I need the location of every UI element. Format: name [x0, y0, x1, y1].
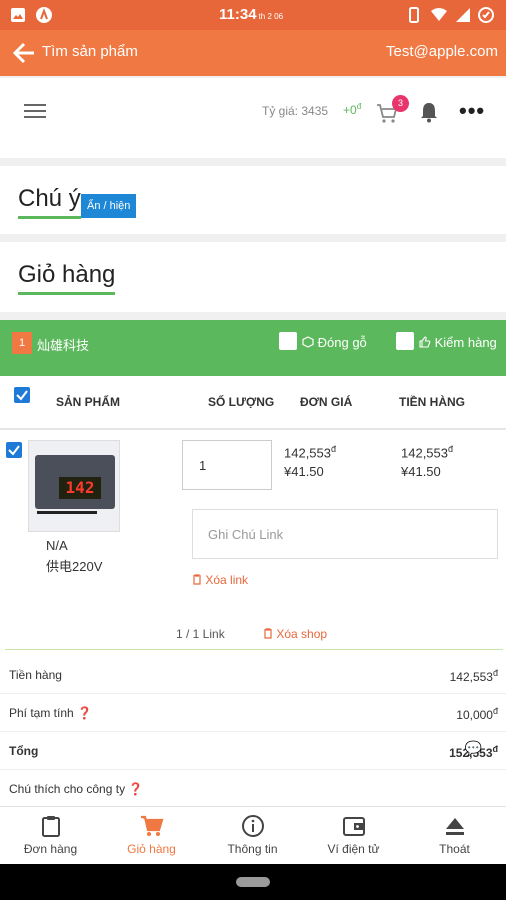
table-header: SẢN PHẨM SỐ LƯỢNG ĐƠN GIÁ TIỀN HÀNG: [0, 376, 506, 430]
lcd-display: 142: [59, 477, 101, 499]
signal-icon: [456, 8, 470, 22]
cart-content: SẢN PHẨM SỐ LƯỢNG ĐƠN GIÁ TIỀN HÀNG 142 …: [0, 376, 506, 806]
back-arrow-icon[interactable]: [10, 39, 38, 67]
menu-icon[interactable]: [24, 104, 46, 122]
chat-icon[interactable]: 💬: [465, 740, 482, 757]
header-total: TIỀN HÀNG: [399, 395, 465, 409]
divider: [5, 649, 503, 650]
wallet-icon: [342, 817, 365, 836]
clipboard-icon: [41, 816, 60, 837]
summary-row-fee: Phí tạm tính ❓ 10,000đ: [0, 694, 506, 732]
cart-title: Giỏ hàng: [18, 261, 116, 295]
company-note-label: Chú thích cho công ty: [9, 782, 126, 796]
item-checkbox[interactable]: [6, 442, 22, 458]
wifi-icon: [431, 8, 447, 21]
line-total: 142,553đ ¥41.50: [401, 444, 454, 480]
wood-packing-option[interactable]: Đóng gỗ: [302, 335, 367, 350]
probe-cable: [37, 511, 97, 514]
notice-title: Chú ý: [18, 185, 81, 219]
nav-cart[interactable]: Giỏ hàng: [101, 807, 202, 865]
unit-price: 142,553đ ¥41.50: [284, 444, 337, 480]
toggle-notice-button[interactable]: Ẩn / hiện: [81, 194, 137, 218]
header-unit-price: ĐƠN GIÁ: [300, 395, 353, 409]
link-count: 1 / 1 Link: [176, 627, 225, 641]
top-toolbar: Tỷ giá: 3435 +0đ 3 •••: [0, 78, 506, 158]
clock: 11:34 th 2 06: [219, 6, 284, 23]
shop-index-badge: 1: [12, 332, 32, 354]
summary-row-goods: Tiền hàng 142,553đ: [0, 656, 506, 694]
nav-wallet[interactable]: Ví điện tử: [303, 807, 404, 865]
cart-count-badge: 3: [392, 95, 409, 112]
cart-card: Giỏ hàng: [0, 242, 506, 312]
help-icon[interactable]: ❓: [77, 706, 92, 720]
header-quantity: SỐ LƯỢNG: [208, 395, 275, 409]
item-attr-2: 供电220V: [46, 559, 103, 574]
thumbs-up-icon: [419, 336, 431, 348]
cart-icon: [140, 815, 163, 836]
more-options-icon[interactable]: •••: [459, 98, 485, 124]
company-note-row: Chú thích cho công ty ❓: [0, 772, 506, 810]
link-note-input[interactable]: Ghi Chú Link: [192, 509, 498, 559]
inspection-option[interactable]: Kiểm hàng: [419, 335, 497, 350]
battery-icon: [478, 7, 494, 23]
user-email[interactable]: Test@apple.com: [386, 43, 498, 60]
select-all-checkbox[interactable]: [14, 387, 30, 403]
bottom-nav: Đơn hàng Giỏ hàng Thông tin Ví điện tử T…: [0, 806, 506, 864]
summary-row-total: Tổng 152,553đ 💬: [0, 732, 506, 770]
info-icon: [241, 815, 264, 837]
search-products-link[interactable]: Tìm sản phẩm: [42, 43, 138, 60]
system-nav-bar: [0, 864, 506, 900]
status-bar: 11:34 th 2 06: [0, 0, 506, 30]
header-product: SẢN PHẨM: [56, 395, 121, 409]
shop-name[interactable]: 灿雄科技: [37, 335, 89, 354]
box-icon: [302, 336, 314, 348]
bell-icon[interactable]: [419, 101, 439, 123]
notice-card: Chú ý Ẩn / hiện: [0, 166, 506, 234]
inspection-checkbox[interactable]: [396, 332, 414, 350]
app-bar: Tìm sản phẩm Test@apple.com: [0, 30, 506, 76]
trash-icon: [193, 574, 201, 585]
home-gesture-pill[interactable]: [236, 877, 270, 887]
shop-bar: 1 灿雄科技 Đóng gỗ Kiểm hàng: [0, 320, 506, 376]
delete-link-button[interactable]: Xóa link: [192, 573, 248, 587]
nav-info[interactable]: Thông tin: [202, 807, 303, 865]
battery-saver-icon: [409, 7, 419, 23]
eject-icon: [445, 818, 464, 835]
trash-icon: [264, 628, 272, 639]
exchange-rate: Tỷ giá: 3435: [262, 104, 329, 118]
nav-orders[interactable]: Đơn hàng: [0, 807, 101, 865]
delete-shop-button[interactable]: Xóa shop: [263, 627, 327, 641]
gallery-icon: [11, 8, 25, 22]
product-image[interactable]: 142: [28, 440, 120, 532]
nav-logout[interactable]: Thoát: [404, 807, 505, 865]
item-attr-1: N/A: [46, 538, 68, 553]
wallet-balance: +0đ: [343, 102, 362, 117]
quantity-input[interactable]: 1: [182, 440, 272, 490]
help-icon[interactable]: ❓: [128, 782, 143, 796]
app-logo-icon: [36, 7, 52, 23]
wood-packing-checkbox[interactable]: [279, 332, 297, 350]
